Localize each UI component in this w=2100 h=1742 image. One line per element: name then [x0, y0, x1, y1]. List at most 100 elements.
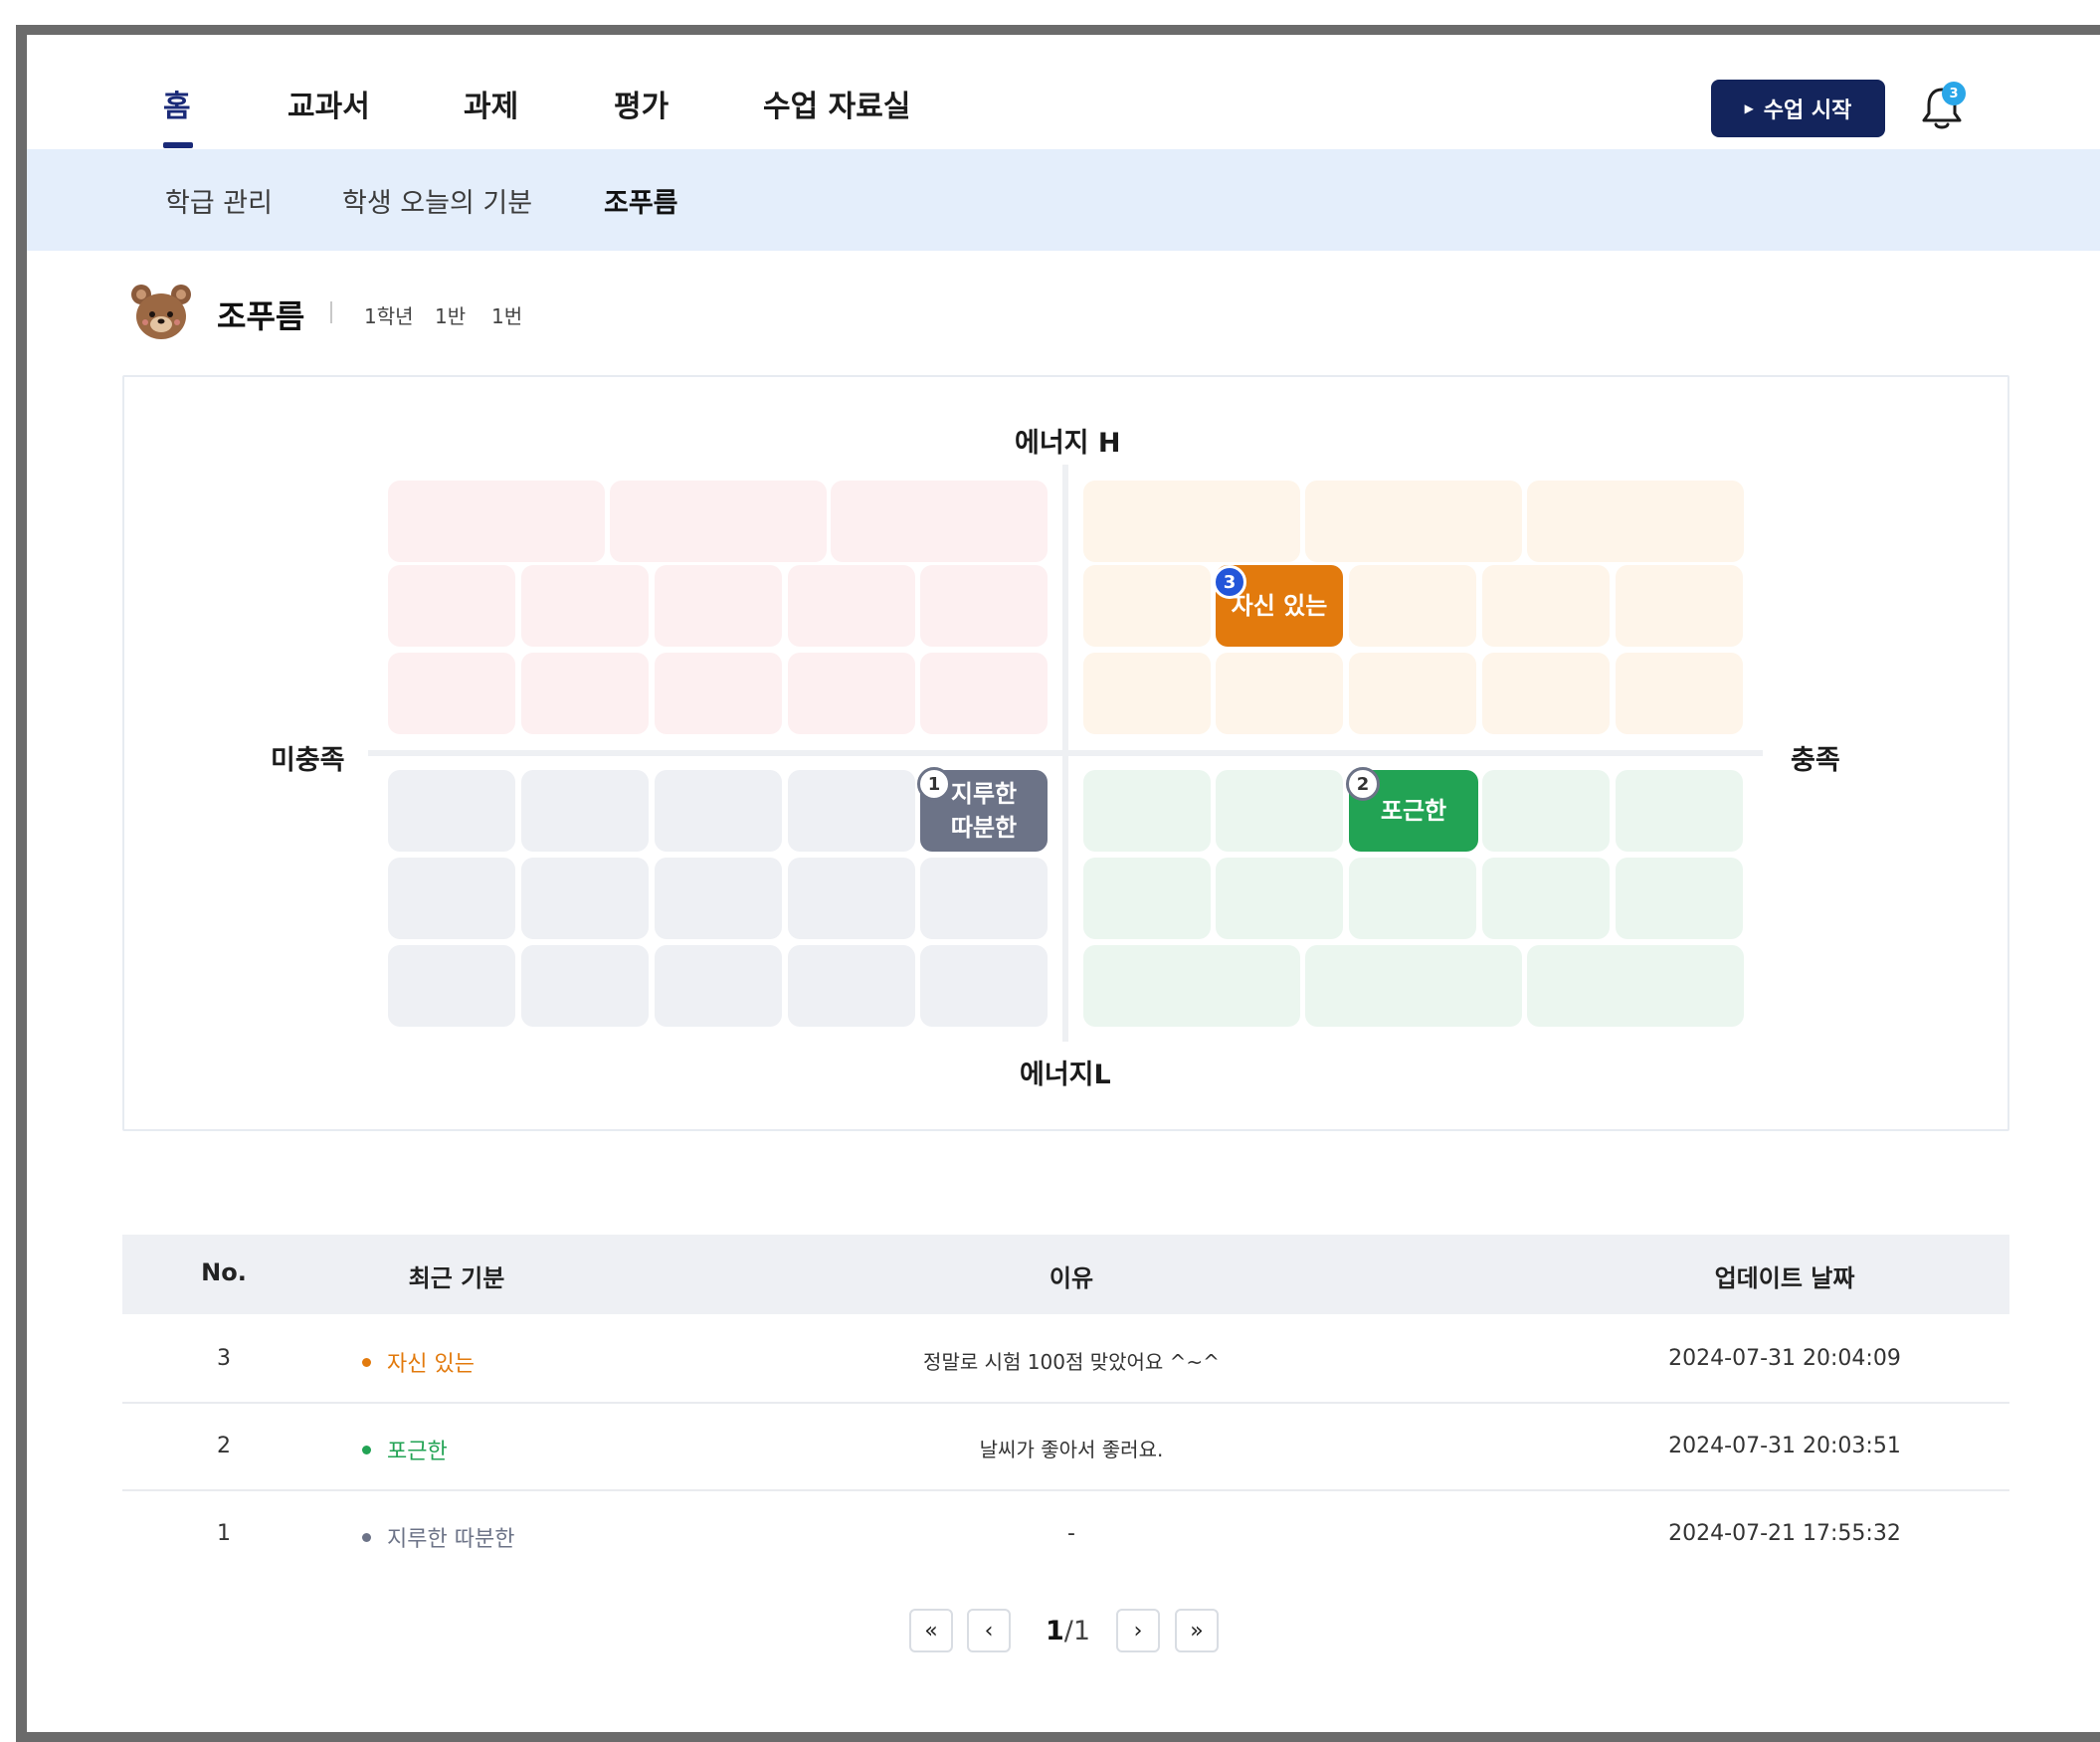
mood-grid-cell[interactable] — [920, 565, 1048, 647]
row-no: 1 — [217, 1521, 231, 1546]
mood-grid-cell[interactable] — [1083, 770, 1211, 852]
student-name: 조푸름 — [217, 297, 305, 335]
mood-grid-cell[interactable] — [1482, 653, 1610, 734]
mood-grid-cell[interactable] — [1616, 565, 1743, 647]
mood-grid-cell[interactable] — [788, 653, 915, 734]
mood-grid-cell[interactable] — [788, 770, 915, 852]
mood-grid-cell[interactable] — [388, 858, 515, 939]
mood-grid-cell[interactable] — [1216, 653, 1343, 734]
mood-grid-cell[interactable] — [1349, 858, 1476, 939]
mood-grid-cell[interactable] — [788, 945, 915, 1027]
row-reason: 정말로 시험 100점 맞았어요 ^~^ — [923, 1350, 1220, 1374]
mood-grid-cell[interactable] — [920, 945, 1048, 1027]
mood-grid-cell[interactable] — [1083, 945, 1300, 1027]
mood-grid-cell[interactable] — [831, 481, 1048, 562]
mood-grid-cell[interactable] — [1482, 770, 1610, 852]
mood-grid-cell[interactable] — [388, 481, 605, 562]
column-header-date: 업데이트 날짜 — [1714, 1264, 1855, 1292]
column-header-mood: 최근 기분 — [408, 1264, 505, 1292]
subtab-student-mood[interactable]: 학생 오늘의 기분 — [342, 181, 532, 220]
tab-textbook[interactable]: 교과서 — [287, 82, 370, 125]
window-frame-left — [16, 25, 27, 1742]
mood-grid-cell[interactable] — [1616, 858, 1743, 939]
next-page-button[interactable]: › — [1116, 1609, 1160, 1652]
student-number: 1번 — [491, 304, 523, 328]
row-mood-label: 자신 있는 — [387, 1352, 475, 1377]
mood-chip-label-line2: 따분한 — [950, 814, 1018, 842]
mood-grid-cell[interactable] — [1083, 481, 1300, 562]
active-tab-indicator — [163, 142, 193, 148]
mood-grid-cell[interactable] — [655, 653, 782, 734]
mood-grid-cell[interactable] — [1083, 858, 1211, 939]
mood-grid-cell[interactable] — [521, 653, 649, 734]
first-page-button[interactable]: « — [909, 1609, 953, 1652]
row-mood: 지루한 따분한 — [362, 1521, 514, 1553]
mood-grid-cell[interactable] — [388, 945, 515, 1027]
mood-grid-cell[interactable] — [521, 858, 649, 939]
mood-grid-cell[interactable] — [1216, 770, 1343, 852]
divider — [330, 301, 332, 323]
window-frame-top — [16, 25, 2100, 35]
mood-grid-cell[interactable] — [1216, 858, 1343, 939]
student-grade: 1학년 — [364, 304, 414, 328]
mood-grid-cell[interactable] — [1482, 858, 1610, 939]
mood-grid-cell[interactable] — [788, 565, 915, 647]
mood-dot-icon — [362, 1445, 371, 1454]
row-reason: - — [1067, 1521, 1075, 1546]
window-frame-bottom — [16, 1732, 2100, 1742]
subtab-class-management[interactable]: 학급 관리 — [165, 181, 273, 220]
mood-grid-cell[interactable] — [521, 945, 649, 1027]
mood-grid-cell[interactable] — [1349, 653, 1476, 734]
mood-grid-cell[interactable] — [788, 858, 915, 939]
row-reason: 날씨가 좋아서 좋러요. — [979, 1438, 1164, 1461]
row-mood: 자신 있는 — [362, 1346, 475, 1378]
mood-grid-cell[interactable] — [521, 565, 649, 647]
mood-grid-cell[interactable] — [521, 770, 649, 852]
tab-home[interactable]: 홈 — [163, 82, 191, 125]
mood-grid-cell[interactable] — [1083, 565, 1211, 647]
tab-class-materials[interactable]: 수업 자료실 — [763, 82, 910, 125]
mood-grid-cell[interactable] — [655, 770, 782, 852]
row-divider — [122, 1489, 2009, 1491]
mood-grid-cell[interactable] — [388, 653, 515, 734]
mood-chip-label-line1: 지루한 — [950, 780, 1018, 808]
page-indicator: 1/1 — [1046, 1616, 1090, 1646]
mood-grid-cell[interactable] — [1616, 653, 1743, 734]
row-divider — [122, 1402, 2009, 1404]
tab-evaluation[interactable]: 평가 — [614, 82, 668, 125]
mood-chip-label: 포근한 — [1380, 797, 1447, 825]
mood-chip-number-badge: 1 — [917, 767, 951, 801]
mood-grid-cell[interactable] — [1527, 945, 1744, 1027]
mood-grid-cell[interactable] — [655, 565, 782, 647]
mood-grid-cell[interactable] — [1305, 481, 1522, 562]
notification-badge: 3 — [1942, 82, 1966, 105]
mood-grid-cell[interactable] — [388, 565, 515, 647]
column-header-no: No. — [201, 1258, 247, 1286]
mood-grid-cell[interactable] — [1482, 565, 1610, 647]
mood-grid-cell[interactable] — [1527, 481, 1744, 562]
mood-dot-icon — [362, 1532, 371, 1542]
mood-grid-cell[interactable] — [920, 653, 1048, 734]
mood-grid-cell[interactable] — [1616, 770, 1743, 852]
last-page-button[interactable]: » — [1175, 1609, 1219, 1652]
mood-grid-cell[interactable] — [920, 858, 1048, 939]
current-page: 1 — [1046, 1616, 1064, 1646]
column-header-reason: 이유 — [1049, 1264, 1094, 1292]
subtab-student-name[interactable]: 조푸름 — [604, 181, 678, 220]
mood-grid-cell[interactable] — [1349, 565, 1476, 647]
total-pages: /1 — [1063, 1616, 1091, 1646]
start-class-button[interactable]: ▶ 수업 시작 — [1711, 80, 1885, 137]
mood-grid-cell[interactable] — [1305, 945, 1522, 1027]
prev-page-button[interactable]: ‹ — [967, 1609, 1011, 1652]
bear-avatar — [131, 285, 191, 339]
mood-grid-cell[interactable] — [388, 770, 515, 852]
mood-grid-cell[interactable] — [610, 481, 827, 562]
double-chevron-left-icon: « — [924, 1618, 938, 1644]
tab-assignment[interactable]: 과제 — [464, 82, 518, 125]
double-chevron-right-icon: » — [1190, 1618, 1204, 1644]
chevron-left-icon: ‹ — [984, 1618, 994, 1644]
mood-grid-cell[interactable] — [1083, 653, 1211, 734]
mood-grid-cell[interactable] — [655, 858, 782, 939]
mood-grid-cell[interactable] — [655, 945, 782, 1027]
axis-label-energy-high: 에너지 H — [1015, 428, 1121, 459]
